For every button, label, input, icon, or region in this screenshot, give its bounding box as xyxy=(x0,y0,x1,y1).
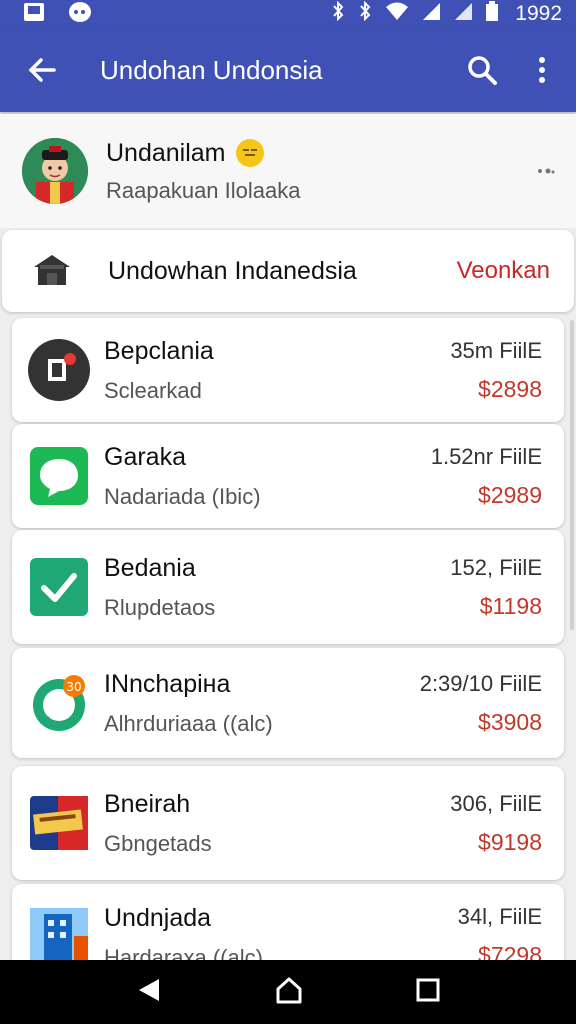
item-name: Bedania xyxy=(104,553,196,582)
item-name: Bepclania xyxy=(104,336,214,365)
navigation-bar xyxy=(0,960,576,1024)
item-price: $2989 xyxy=(478,481,542,508)
smiley-icon xyxy=(235,139,264,167)
page-title: Undohan Undonsia xyxy=(100,54,323,85)
avatar xyxy=(22,138,88,204)
list-item[interactable]: Bepclania Sclearkad 35m FiilE $2898 xyxy=(12,318,564,422)
item-name: Garaka xyxy=(104,442,186,471)
item-subtitle: Gbngetads xyxy=(104,830,212,856)
recents-icon[interactable] xyxy=(415,977,441,1008)
item-name: Bneirah xyxy=(104,789,191,818)
item-subtitle: Nadariada (Ibic) xyxy=(104,483,261,509)
battery-icon xyxy=(485,0,499,28)
music-app-icon xyxy=(28,339,90,401)
list-item[interactable]: Bneirah Gbngetads 306, FiilE $9198 xyxy=(12,766,564,880)
status-time: 1992 xyxy=(515,2,562,25)
item-name: INnchapiна xyxy=(104,669,231,698)
item-size: 1.52nr FiilE xyxy=(430,443,542,469)
item-price: $1198 xyxy=(479,592,542,619)
more-vert-icon[interactable] xyxy=(512,28,572,112)
item-price: $9198 xyxy=(478,828,542,855)
section-header-label: Undowhan Indanedsia xyxy=(108,256,357,285)
game-icon xyxy=(28,792,90,854)
profile-name: Undanilam xyxy=(106,138,226,167)
scrollbar[interactable] xyxy=(570,320,574,630)
home-icon[interactable] xyxy=(274,975,304,1010)
item-subtitle: Alhrduriaaa ((alc) xyxy=(104,710,273,736)
back-triangle-icon[interactable] xyxy=(135,976,163,1009)
building-icon xyxy=(28,904,90,966)
signal-icon xyxy=(421,1,441,27)
bluetooth-icon xyxy=(331,0,345,27)
item-subtitle: Sclearkad xyxy=(104,377,202,403)
checkmark-icon xyxy=(28,556,90,618)
item-subtitle: Rlupdetaos xyxy=(104,594,216,620)
item-size: 152, FiilE xyxy=(450,554,542,580)
search-icon[interactable] xyxy=(452,28,512,112)
svg-text:30: 30 xyxy=(66,680,81,694)
profile-row[interactable]: Undanilam Raapakuan Ilolaaka xyxy=(0,114,576,228)
item-size: 34l, FiilE xyxy=(457,904,542,929)
chat-bubble-icon xyxy=(28,445,90,507)
signal-icon xyxy=(453,1,473,27)
item-name: Undnjada xyxy=(104,904,212,932)
app-bar: Undohan Undonsia xyxy=(0,28,576,112)
ring-chat-icon: 30 xyxy=(28,672,90,734)
overflow-icon[interactable] xyxy=(516,162,576,180)
item-size: 2:39/10 FiilE xyxy=(419,670,542,696)
item-price: $2898 xyxy=(478,375,542,402)
list-item[interactable]: Garaka Nadariada (Ibic) 1.52nr FiilE $29… xyxy=(12,424,564,528)
item-price: $3908 xyxy=(478,708,542,735)
house-icon xyxy=(32,251,72,292)
section-header-card[interactable]: Undowhan Indanedsia Veonkan xyxy=(2,230,574,312)
profile-subtitle: Raapakuan Ilolaaka xyxy=(106,177,301,203)
list-item[interactable]: 30 INnchapiна Alhrduriaaa ((alc) 2:39/10… xyxy=(12,648,564,758)
chat-icon xyxy=(68,1,92,28)
wifi-icon xyxy=(385,1,409,27)
item-size: 35m FiilE xyxy=(450,337,542,363)
view-all-link[interactable]: Veonkan xyxy=(457,257,574,285)
gallery-icon xyxy=(22,1,46,28)
status-bar: 1992 xyxy=(0,0,576,28)
list-item[interactable]: Bedania Rlupdetaos 152, FiilE $1198 xyxy=(12,530,564,644)
item-size: 306, FiilE xyxy=(450,790,542,816)
vibrate-icon xyxy=(357,0,373,27)
back-arrow-icon[interactable] xyxy=(0,28,84,112)
